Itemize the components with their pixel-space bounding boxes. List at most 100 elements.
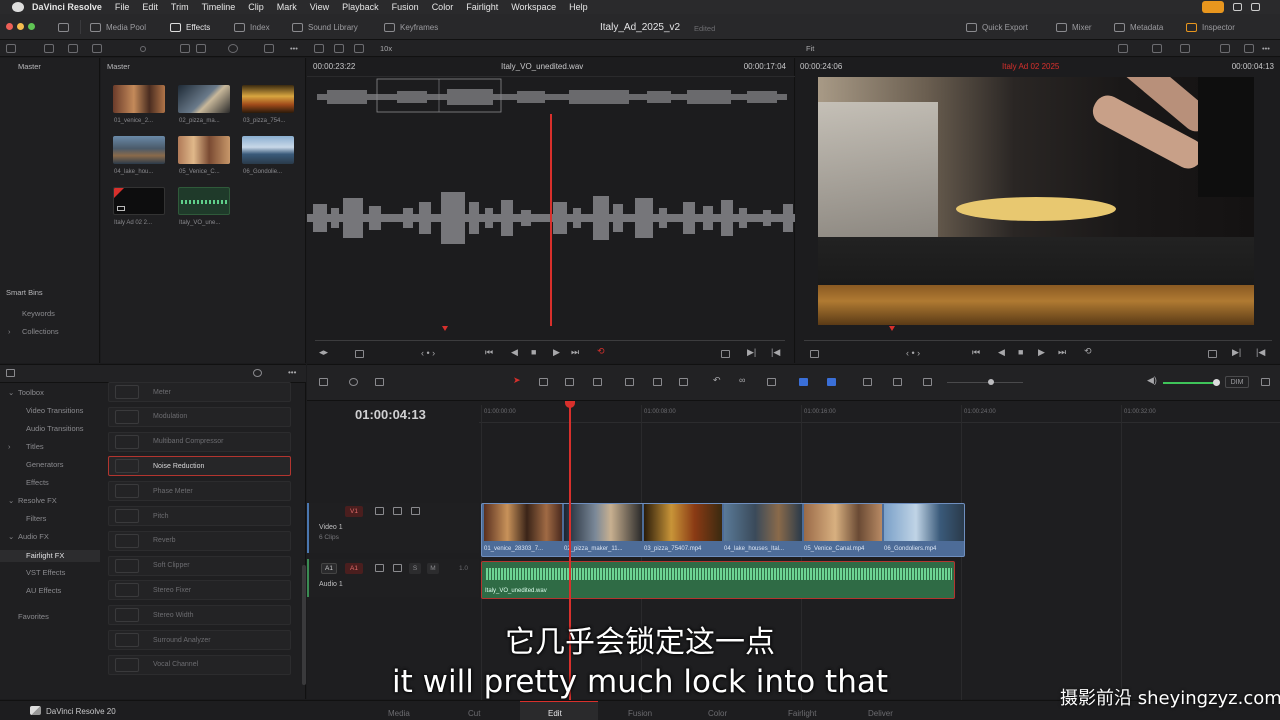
zoom-detail-icon[interactable] — [893, 378, 902, 386]
v1-lock-icon[interactable] — [375, 507, 384, 515]
source-clip-name[interactable]: Italy_VO_unedited.wav — [501, 62, 583, 71]
effects-search-icon[interactable] — [253, 369, 262, 377]
viewer-toggle-icon[interactable] — [354, 44, 364, 53]
clip-thumbnail-pizza-maker[interactable] — [178, 85, 230, 113]
voiceover-icon[interactable] — [375, 378, 384, 386]
tv-play-button[interactable]: ▶ — [1038, 347, 1045, 358]
loop-icon[interactable]: ⟲ — [597, 346, 605, 357]
safe-area-icon[interactable] — [1180, 44, 1190, 53]
clip-thumbnail-lake-houses[interactable] — [113, 136, 165, 164]
source-zoom[interactable]: 10x — [380, 44, 392, 53]
menu-color[interactable]: Color — [432, 2, 454, 12]
smart-bin-keywords[interactable]: Keywords — [22, 309, 55, 318]
effect-item[interactable]: Meter — [108, 382, 291, 402]
menu-help[interactable]: Help — [569, 2, 588, 12]
menu-view[interactable]: View — [310, 2, 329, 12]
smart-bin-icon[interactable] — [44, 44, 54, 53]
menu-timeline[interactable]: Timeline — [202, 2, 236, 12]
minimize-window-button[interactable] — [17, 23, 24, 30]
settings-icon[interactable] — [68, 44, 78, 53]
menu-workspace[interactable]: Workspace — [511, 2, 556, 12]
viewer-mode-icon[interactable] — [1118, 44, 1128, 53]
recording-indicator[interactable] — [1202, 1, 1224, 13]
viewer-more-icon[interactable]: ••• — [1262, 44, 1270, 53]
timeline-meter-icon[interactable] — [1261, 378, 1270, 386]
effect-item[interactable]: Stereo Fixer — [108, 580, 291, 601]
effect-item[interactable]: Phase Meter — [108, 481, 291, 502]
speaker-icon[interactable]: ◀) — [1147, 375, 1157, 386]
source-mark-out-icon[interactable]: |◀ — [771, 347, 780, 358]
dim-button[interactable]: DIM — [1225, 376, 1249, 388]
timeline-ruler[interactable] — [479, 401, 1280, 423]
fullscreen-icon[interactable] — [1220, 44, 1230, 53]
effects-category[interactable]: VST Effects — [26, 568, 65, 577]
page-tab-fusion[interactable]: Fusion — [628, 709, 652, 718]
a1-source-button[interactable]: A1 — [321, 563, 337, 574]
quick-export-button[interactable]: Quick Export — [966, 14, 1028, 40]
effects-category[interactable]: AU Effects — [26, 586, 61, 595]
timeline-viewer[interactable]: 00:00:24:06 Italy Ad 02 2025 00:00:04:13… — [796, 58, 1280, 363]
chevron-icon[interactable]: ⌄ — [8, 388, 14, 397]
effect-item[interactable]: Noise Reduction — [108, 456, 291, 477]
media-pool-button[interactable]: Media Pool — [90, 14, 146, 40]
effects-more-icon[interactable]: ••• — [288, 368, 296, 377]
dual-viewer-icon[interactable] — [1152, 44, 1162, 53]
stop-button[interactable]: ■ — [531, 347, 536, 357]
replace-clip-icon[interactable] — [679, 378, 688, 386]
chevron-icon[interactable]: ⌄ — [8, 532, 14, 541]
grid-view-icon[interactable] — [180, 44, 190, 53]
timeline-name[interactable]: Italy Ad 02 2025 — [1002, 62, 1059, 71]
v1-visibility-icon[interactable] — [411, 507, 420, 515]
page-tab-deliver[interactable]: Deliver — [868, 709, 893, 718]
menu-davinci-resolve[interactable]: DaVinci Resolve — [32, 2, 102, 12]
menu-fairlight[interactable]: Fairlight — [466, 2, 498, 12]
layout-toggle[interactable] — [58, 14, 74, 40]
timeline-viewer-scrubber[interactable] — [804, 340, 1272, 341]
master-volume-slider[interactable] — [1163, 382, 1215, 384]
timeline-viewer-zoom[interactable]: Fit — [806, 44, 814, 53]
bin-master[interactable]: Master — [18, 62, 41, 71]
timeline-viewer-scrubber-handle[interactable] — [889, 326, 895, 331]
tv-mark-out-icon[interactable]: |◀ — [1256, 347, 1265, 358]
search-icon[interactable] — [228, 44, 238, 53]
collections-chevron-icon[interactable]: › — [8, 327, 11, 336]
go-to-end-button[interactable]: ⏭ — [571, 347, 579, 358]
clip-thumbnail-gondoliers[interactable] — [242, 136, 294, 164]
effects-category[interactable]: Generators — [26, 460, 64, 469]
viewer-size-icon[interactable] — [1244, 44, 1254, 53]
effects-category[interactable]: Fairlight FX — [0, 550, 100, 562]
sort-icon[interactable] — [92, 44, 102, 53]
sound-library-button[interactable]: Sound Library — [292, 14, 358, 40]
chevron-icon[interactable]: ⌄ — [8, 496, 14, 505]
video-frame[interactable] — [818, 77, 1254, 325]
menu-clip[interactable]: Clip — [248, 2, 264, 12]
timeline-zoom-handle[interactable] — [988, 379, 994, 385]
list-view-icon[interactable] — [196, 44, 206, 53]
effects-category[interactable]: Effects — [26, 478, 49, 487]
timeline-zoom-slider[interactable] — [947, 382, 1023, 383]
tv-mark-in-icon[interactable]: ▶| — [1232, 347, 1241, 358]
video-clips-strip[interactable]: 01_venice_28303_7... 02_pizza_maker_11..… — [481, 503, 965, 557]
timeline-view-options-icon[interactable] — [319, 378, 328, 386]
effect-item[interactable]: Soft Clipper — [108, 555, 291, 576]
timeline-thumbnail[interactable] — [113, 187, 165, 215]
audio-clip[interactable]: Italy_VO_unedited.wav — [481, 561, 955, 599]
effects-category[interactable]: Audio Transitions — [26, 424, 84, 433]
control-center-icon[interactable] — [1251, 3, 1260, 11]
apple-icon[interactable] — [12, 2, 24, 12]
source-overlay-icon[interactable] — [721, 350, 730, 358]
keyframes-button[interactable]: Keyframes — [384, 14, 438, 40]
play-reverse-button[interactable]: ◀ — [511, 347, 518, 358]
linked-selection-icon[interactable]: ∞ — [739, 375, 745, 385]
insert-clip-icon[interactable] — [625, 378, 634, 386]
inspector-button[interactable]: Inspector — [1186, 14, 1235, 40]
effects-category[interactable]: Video Transitions — [26, 406, 83, 415]
a1-auto-select-icon[interactable] — [393, 564, 402, 572]
effect-item[interactable]: Multiband Compressor — [108, 431, 291, 452]
page-tab-edit[interactable]: Edit — [548, 709, 562, 718]
selection-tool-icon[interactable]: ➤ — [513, 375, 521, 386]
tv-overlay-icon[interactable] — [1208, 350, 1217, 358]
effects-category[interactable]: Audio FX — [18, 532, 49, 541]
menu-edit[interactable]: Edit — [142, 2, 158, 12]
source-match-icon[interactable] — [355, 350, 364, 358]
